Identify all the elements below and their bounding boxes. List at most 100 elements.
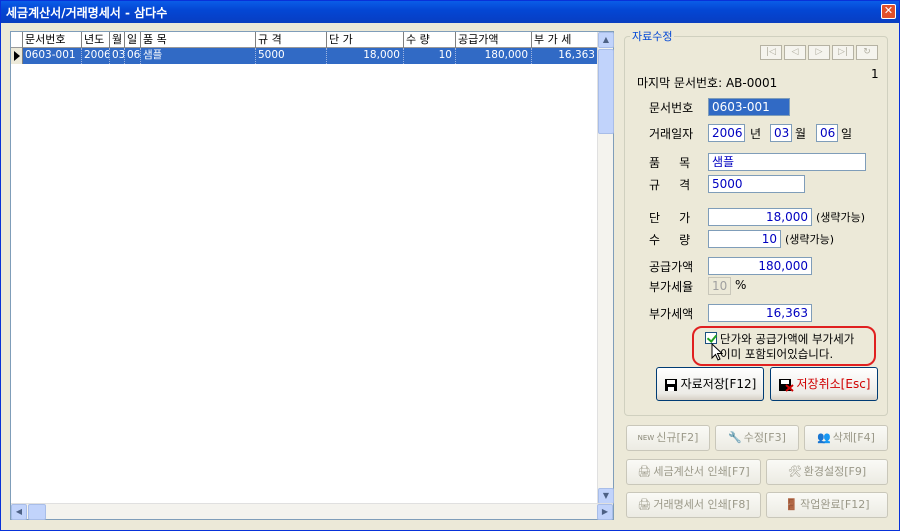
horizontal-scrollbar[interactable]: ◀ ▶ <box>11 503 613 520</box>
delete-button-label: 삭제[F4] <box>832 431 875 444</box>
grid-header: 문서번호 년도 월 일 품 목 규 격 단 가 수 량 공급가액 부 가 세 <box>11 32 599 48</box>
vat-rate-unit: % <box>735 278 747 292</box>
printer-icon: 🖨 <box>637 465 652 478</box>
year-field[interactable]: 2006 <box>708 124 745 142</box>
horizontal-scroll-thumb[interactable] <box>28 504 46 520</box>
window-title: 세금계산서/거래명세서 - 삼다수 <box>6 6 168 20</box>
new-record-icon: NEW <box>637 433 655 442</box>
delete-record-icon: 👥 <box>817 431 831 444</box>
next-record-icon[interactable]: ▷ <box>808 45 830 60</box>
prev-record-icon[interactable]: ◁ <box>784 45 806 60</box>
table-row[interactable]: 0603-001 2006 03 06 샘플 5000 18,000 10 18… <box>11 48 599 64</box>
vat-label: 부가세액 <box>649 307 694 321</box>
cell-spec: 5000 <box>256 48 327 64</box>
item-label: 품 목 <box>649 156 691 170</box>
current-row-indicator <box>11 48 23 64</box>
column-header[interactable]: 단 가 <box>327 32 404 48</box>
group-title: 자료수정 <box>630 28 675 44</box>
cancel-disk-icon <box>778 378 794 392</box>
column-header[interactable]: 규 격 <box>256 32 327 48</box>
row-indicator-header <box>11 32 23 48</box>
print-statement-label: 거래명세서 인쇄[F8] <box>653 498 750 511</box>
exit-door-icon: 🚪 <box>784 498 799 511</box>
price-field[interactable]: 18,000 <box>708 208 812 226</box>
vertical-scrollbar[interactable]: ▲ ▼ <box>597 32 614 504</box>
vat-included-label-line2: 이미 포함되어있습니다. <box>720 347 834 361</box>
scroll-up-icon[interactable]: ▲ <box>598 32 614 48</box>
day-unit: 일 <box>841 127 853 141</box>
finish-button[interactable]: 🚪 작업완료[F12] <box>766 492 888 518</box>
spec-field[interactable]: 5000 <box>708 175 805 193</box>
last-record-icon[interactable]: ▷| <box>832 45 854 60</box>
cell-supply: 180,000 <box>456 48 532 64</box>
qty-field[interactable]: 10 <box>708 230 781 248</box>
vat-rate-field: 10 <box>708 277 731 295</box>
cell-vat: 16,363 <box>532 48 599 64</box>
print-tax-invoice-button[interactable]: 🖨 세금계산서 인쇄[F7] <box>626 459 761 485</box>
edit-record-icon: 🔧 <box>728 431 742 444</box>
new-button[interactable]: NEW 신규[F2] <box>626 425 710 451</box>
refresh-icon[interactable]: ↻ <box>856 45 878 60</box>
column-header[interactable]: 공급가액 <box>456 32 532 48</box>
cell-item: 샘플 <box>141 48 256 64</box>
finish-button-label: 작업완료[F12] <box>800 498 870 511</box>
cell-month: 03 <box>110 48 125 64</box>
last-doc-number: 마지막 문서번호: AB-0001 <box>637 76 778 90</box>
vat-field[interactable]: 16,363 <box>708 304 812 322</box>
save-button[interactable]: 자료저장[F12] <box>656 367 764 401</box>
first-record-icon[interactable]: |◁ <box>760 45 782 60</box>
records-grid[interactable]: 문서번호 년도 월 일 품 목 규 격 단 가 수 량 공급가액 부 가 세 0… <box>10 31 614 520</box>
vat-rate-label: 부가세율 <box>649 280 694 294</box>
mouse-cursor-icon <box>711 343 723 361</box>
delete-button[interactable]: 👥 삭제[F4] <box>804 425 888 451</box>
month-unit: 월 <box>795 127 807 141</box>
column-header[interactable]: 일 <box>125 32 141 48</box>
column-header[interactable]: 월 <box>110 32 125 48</box>
cell-price: 18,000 <box>327 48 404 64</box>
record-count: 1 <box>871 67 879 81</box>
supply-label: 공급가액 <box>649 260 694 274</box>
cancel-save-button[interactable]: 저장취소[Esc] <box>770 367 878 401</box>
cell-qty: 10 <box>404 48 456 64</box>
qty-note: (생략가능) <box>785 233 835 246</box>
row-pointer-icon <box>14 51 20 61</box>
doc-no-label: 문서번호 <box>649 101 694 115</box>
new-button-label: 신규[F2] <box>656 431 699 444</box>
spec-label: 규 격 <box>649 178 691 192</box>
cell-doc-no: 0603-001 <box>23 48 82 64</box>
title-bar[interactable]: 세금계산서/거래명세서 - 삼다수 ✕ <box>1 1 899 23</box>
scroll-right-icon[interactable]: ▶ <box>597 504 613 520</box>
cell-year: 2006 <box>82 48 110 64</box>
column-header[interactable]: 부 가 세 <box>532 32 599 48</box>
save-button-label: 자료저장[F12] <box>680 377 757 391</box>
doc-no-field[interactable]: 0603-001 <box>708 98 790 116</box>
scroll-left-icon[interactable]: ◀ <box>11 504 27 520</box>
year-unit: 년 <box>750 127 762 141</box>
column-header[interactable]: 문서번호 <box>23 32 82 48</box>
month-field[interactable]: 03 <box>770 124 792 142</box>
vertical-scroll-thumb[interactable] <box>598 49 614 134</box>
column-header[interactable]: 품 목 <box>141 32 256 48</box>
main-window: 세금계산서/거래명세서 - 삼다수 ✕ 문서번호 년도 월 일 품 목 규 격 … <box>0 0 900 531</box>
edit-button-label: 수정[F3] <box>743 431 786 444</box>
item-field[interactable]: 샘플 <box>708 153 866 171</box>
date-label: 거래일자 <box>649 127 694 141</box>
print-statement-button[interactable]: 🖨 거래명세서 인쇄[F8] <box>626 492 761 518</box>
scroll-down-icon[interactable]: ▼ <box>598 488 614 504</box>
edit-button[interactable]: 🔧 수정[F3] <box>715 425 799 451</box>
qty-label: 수 량 <box>649 233 691 247</box>
column-header[interactable]: 년도 <box>82 32 110 48</box>
settings-button-label: 환경설정[F9] <box>803 465 867 478</box>
close-button[interactable]: ✕ <box>881 4 896 19</box>
settings-tools-icon: 🛠 <box>787 465 802 478</box>
cell-day: 06 <box>125 48 141 64</box>
price-label: 단 가 <box>649 211 691 225</box>
cancel-button-label: 저장취소[Esc] <box>796 377 871 391</box>
vat-included-label-line1: 단가와 공급가액에 부가세가 <box>720 332 855 346</box>
day-field[interactable]: 06 <box>816 124 838 142</box>
column-header[interactable]: 수 량 <box>404 32 456 48</box>
supply-field[interactable]: 180,000 <box>708 257 812 275</box>
settings-button[interactable]: 🛠 환경설정[F9] <box>766 459 888 485</box>
print-tax-invoice-label: 세금계산서 인쇄[F7] <box>653 465 750 478</box>
price-note: (생략가능) <box>816 211 866 224</box>
